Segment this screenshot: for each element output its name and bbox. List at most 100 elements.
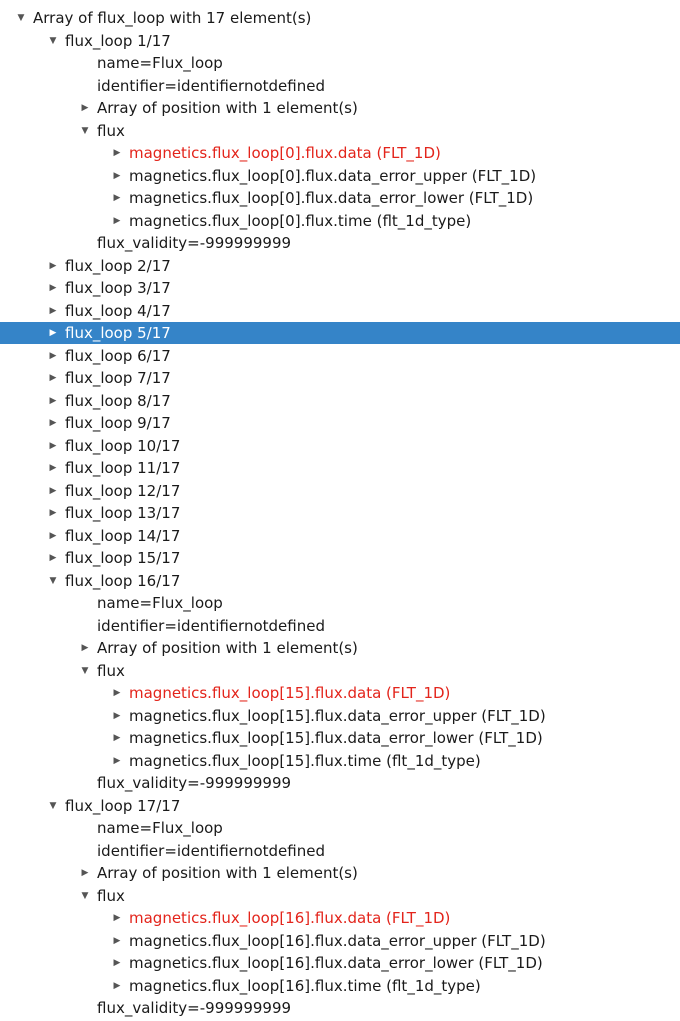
tree-row[interactable]: ▶ magnetics.flux_loop[15].flux.data_error… [0,705,680,727]
collapse-right-icon[interactable]: ▶ [46,547,60,569]
collapse-right-icon[interactable]: ▶ [46,390,60,412]
tree-row-label: flux_loop 11/17 [65,459,181,477]
collapse-right-icon[interactable]: ▶ [110,210,124,232]
collapse-right-icon[interactable]: ▶ [46,435,60,457]
tree-row[interactable]: ▼ flux [0,120,680,142]
tree-row[interactable]: name=Flux_loop [0,52,680,74]
tree-row[interactable]: ▶ flux_loop 11/17 [0,457,680,479]
tree-row[interactable]: ▶ magnetics.flux_loop[15].flux.time (flt_… [0,750,680,772]
tree-row[interactable]: ▶ flux_loop 6/17 [0,345,680,367]
tree-view[interactable]: ▼ Array of flux_loop with 17 element(s) ▼ f… [0,0,680,1021]
tree-row-label: magnetics.flux_loop[16].flux.data (FLT_1… [129,909,451,927]
collapse-right-icon[interactable]: ▶ [110,930,124,952]
collapse-right-icon[interactable]: ▶ [46,525,60,547]
tree-row-label: flux_loop 3/17 [65,279,171,297]
tree-row[interactable]: ▶ magnetics.flux_loop[0].flux.time (flt_1… [0,210,680,232]
expand-down-icon[interactable]: ▼ [46,795,60,817]
tree-row[interactable]: ▶ flux_loop 15/17 [0,547,680,569]
tree-row[interactable]: ▼ flux_loop 1/17 [0,30,680,52]
expand-down-icon[interactable]: ▼ [78,120,92,142]
tree-row-label: flux_loop 1/17 [65,31,171,50]
tree-row[interactable]: ▶ Array of position with 1 element(s) [0,97,680,119]
tree-row[interactable]: ▼ flux [0,660,680,682]
expand-down-icon[interactable]: ▼ [78,660,92,682]
tree-row[interactable]: ▶ magnetics.flux_loop[15].flux.data (FLT_… [0,682,680,704]
tree-row-label: flux_loop 6/17 [65,346,171,365]
tree-row[interactable]: flux_validity=-999999999 [0,232,680,254]
tree-row[interactable]: ▶ flux_loop 5/17 [0,322,680,344]
tree-row-label: flux_loop 9/17 [65,414,171,432]
collapse-right-icon[interactable]: ▶ [46,480,60,502]
tree-row[interactable]: ▶ flux_loop 9/17 [0,412,680,434]
tree-row[interactable]: flux_validity=-999999999 [0,997,680,1019]
tree-row-label: flux [97,886,125,905]
tree-row[interactable]: ▶ flux_loop 4/17 [0,300,680,322]
collapse-right-icon[interactable]: ▶ [78,637,92,659]
tree-row[interactable]: ▶ flux_loop 10/17 [0,435,680,457]
expand-down-icon[interactable]: ▼ [78,885,92,907]
tree-row[interactable]: ▶ magnetics.flux_loop[16].flux.time (flt_… [0,975,680,997]
collapse-right-icon[interactable]: ▶ [46,367,60,389]
expand-down-icon[interactable]: ▼ [46,570,60,592]
tree-row[interactable]: ▶ flux_loop 13/17 [0,502,680,524]
tree-row[interactable]: identifier=identifiernotdefined [0,615,680,637]
collapse-right-icon[interactable]: ▶ [110,682,124,704]
tree-row[interactable]: ▶ flux_loop 2/17 [0,255,680,277]
tree-row[interactable]: ▶ magnetics.flux_loop[0].flux.data_error_… [0,165,680,187]
collapse-right-icon[interactable]: ▶ [46,412,60,434]
tree-row-label: magnetics.flux_loop[15].flux.data_error_… [129,729,543,747]
tree-row-label: magnetics.flux_loop[0].flux.data (FLT_1D… [129,144,441,162]
expand-down-icon[interactable]: ▼ [46,30,60,52]
collapse-right-icon[interactable]: ▶ [110,187,124,209]
collapse-right-icon[interactable]: ▶ [46,457,60,479]
collapse-right-icon[interactable]: ▶ [110,142,124,164]
tree-row[interactable]: ▶ magnetics.flux_loop[15].flux.data_error… [0,727,680,749]
tree-row-label: magnetics.flux_loop[16].flux.data_error_… [129,931,546,950]
collapse-right-icon[interactable]: ▶ [46,502,60,524]
tree-row[interactable]: ▶ magnetics.flux_loop[16].flux.data_error… [0,952,680,974]
tree-row[interactable]: ▶ flux_loop 8/17 [0,390,680,412]
collapse-right-icon[interactable]: ▶ [46,322,60,344]
collapse-right-icon[interactable]: ▶ [46,255,60,277]
tree-row-label: flux [97,121,125,140]
collapse-right-icon[interactable]: ▶ [46,277,60,299]
tree-row-label: Array of flux_loop with 17 element(s) [33,9,312,27]
tree-row-label: flux_loop 12/17 [65,481,181,500]
collapse-right-icon[interactable]: ▶ [46,300,60,322]
tree-root-row[interactable]: ▼ Array of flux_loop with 17 element(s) [0,7,680,29]
tree-row-label: flux_validity=-999999999 [97,999,292,1017]
tree-row[interactable]: ▶ Array of position with 1 element(s) [0,637,680,659]
tree-row[interactable]: ▶ flux_loop 14/17 [0,525,680,547]
collapse-right-icon[interactable]: ▶ [78,97,92,119]
tree-row[interactable]: identifier=identifiernotdefined [0,840,680,862]
tree-row-label: Array of position with 1 element(s) [97,864,358,882]
tree-row[interactable]: name=Flux_loop [0,592,680,614]
tree-row[interactable]: ▶ magnetics.flux_loop[16].flux.data (FLT_… [0,907,680,929]
tree-row[interactable]: ▶ flux_loop 3/17 [0,277,680,299]
tree-row[interactable]: ▼ flux_loop 17/17 [0,795,680,817]
collapse-right-icon[interactable]: ▶ [110,705,124,727]
tree-row-label: magnetics.flux_loop[0].flux.data_error_l… [129,189,534,207]
tree-row[interactable]: ▼ flux [0,885,680,907]
collapse-right-icon[interactable]: ▶ [78,862,92,884]
collapse-right-icon[interactable]: ▶ [46,345,60,367]
tree-row[interactable]: name=Flux_loop [0,817,680,839]
collapse-right-icon[interactable]: ▶ [110,727,124,749]
tree-row-label: magnetics.flux_loop[15].flux.data (FLT_1… [129,684,451,702]
collapse-right-icon[interactable]: ▶ [110,165,124,187]
collapse-right-icon[interactable]: ▶ [110,952,124,974]
collapse-right-icon[interactable]: ▶ [110,975,124,997]
tree-row[interactable]: ▼ flux_loop 16/17 [0,570,680,592]
tree-row[interactable]: ▶ magnetics.flux_loop[0].flux.data_error_… [0,187,680,209]
tree-row[interactable]: ▶ Array of position with 1 element(s) [0,862,680,884]
expand-down-icon[interactable]: ▼ [14,7,28,29]
tree-row[interactable]: ▶ magnetics.flux_loop[16].flux.data_error… [0,930,680,952]
tree-row[interactable]: ▶ flux_loop 7/17 [0,367,680,389]
tree-row[interactable]: ▶ magnetics.flux_loop[0].flux.data (FLT_1… [0,142,680,164]
tree-row[interactable]: flux_validity=-999999999 [0,772,680,794]
collapse-right-icon[interactable]: ▶ [110,907,124,929]
collapse-right-icon[interactable]: ▶ [110,750,124,772]
tree-row[interactable]: identifier=identifiernotdefined [0,75,680,97]
tree-row[interactable]: ▶ flux_loop 12/17 [0,480,680,502]
tree-row-label: magnetics.flux_loop[15].flux.time (flt_1… [129,751,481,770]
